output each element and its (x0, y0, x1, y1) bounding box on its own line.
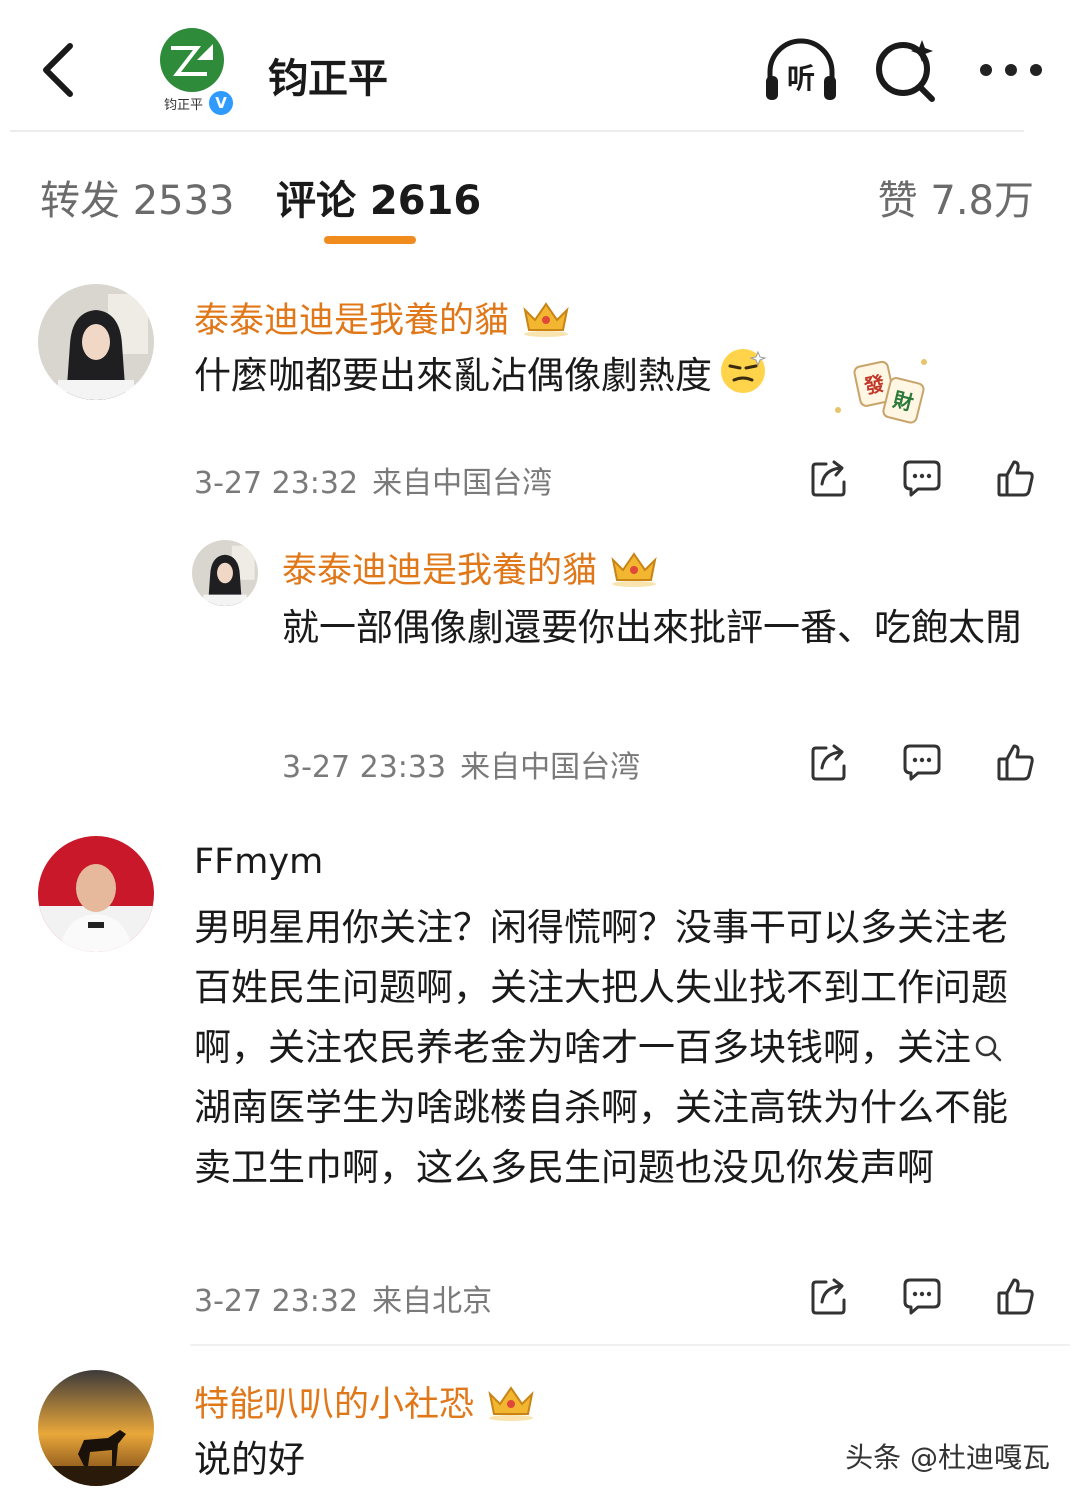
reply-button[interactable] (898, 454, 946, 502)
share-button[interactable] (806, 738, 854, 786)
account-logo (160, 28, 224, 92)
page-title: 钧正平 (268, 56, 388, 102)
top-bar: 钧正平 V 钧正平 听 (0, 0, 1080, 132)
share-button[interactable] (806, 1272, 854, 1320)
reply-button[interactable] (898, 738, 946, 786)
search-sparkle-icon (876, 40, 935, 102)
smug-face-emoji-icon (721, 349, 767, 393)
share-icon (811, 744, 846, 781)
comment-bubble-icon (903, 744, 941, 781)
reply-text: 就一部偶像劇還要你出來批評一番、吃飽太閒 (282, 606, 1022, 649)
share-icon (811, 1278, 846, 1315)
tab-repost[interactable]: 转发 2533 (40, 168, 235, 226)
comment-text: 什麼咖都要出來亂沾偶像劇熱度 (194, 346, 914, 406)
header-divider (10, 130, 1024, 132)
more-dot-icon (980, 64, 992, 76)
comment-divider (190, 1344, 1070, 1346)
like-button[interactable] (992, 1272, 1040, 1320)
comment-body: 什麼咖都要出來亂沾偶像劇熱度 (194, 354, 712, 397)
comment-time: 3-27 23:32 (194, 1284, 359, 1319)
share-button[interactable] (806, 454, 854, 502)
search-icon (975, 1035, 1002, 1062)
active-tab-indicator (324, 236, 416, 244)
comment-text: 男明星用你关注？闲得慌啊？没事干可以多关注老百姓民生问题啊，关注大把人失业找不到… (194, 898, 1024, 1198)
more-button[interactable] (976, 48, 1046, 92)
chevron-left-icon (43, 43, 73, 97)
tab-comments[interactable]: 评论 2616 (276, 168, 481, 226)
avatar[interactable] (38, 284, 154, 400)
reply-button[interactable] (898, 1272, 946, 1320)
crown-icon (611, 551, 657, 587)
thumbs-up-icon (997, 1278, 1034, 1315)
share-icon (811, 460, 846, 497)
comment-time: 3-27 23:32 (194, 466, 359, 501)
username-text: 泰泰迪迪是我養的貓 (282, 551, 598, 591)
headphones-icon: 听 (766, 38, 836, 100)
search-button[interactable] (872, 36, 942, 106)
avatar[interactable] (38, 1370, 154, 1486)
comment-username[interactable]: 特能叭叭的小社恐 (194, 1376, 536, 1427)
listen-button[interactable]: 听 (762, 36, 840, 106)
like-button[interactable] (992, 738, 1040, 786)
reply-username[interactable]: 泰泰迪迪是我養的貓 (282, 542, 659, 593)
listen-label: 听 (787, 62, 815, 95)
comment-text: 说的好 (194, 1438, 305, 1481)
comment-bubble-icon (903, 460, 941, 497)
comment-username[interactable]: FFmym (194, 842, 323, 882)
comment-location: 来自北京 (372, 1284, 493, 1319)
tab-likes[interactable]: 赞 7.8万 (878, 168, 1034, 226)
comment-location: 来自中国台湾 (460, 750, 641, 785)
avatar[interactable] (38, 836, 154, 952)
logo-mark-icon (171, 44, 213, 76)
comment-meta: 3-27 23:32 来自中国台湾 (194, 458, 552, 502)
source-watermark: 头条 @杜迪嘎瓦 (839, 1434, 1056, 1478)
verified-badge: V (206, 88, 236, 118)
username-text: 泰泰迪迪是我養的貓 (194, 301, 510, 341)
tab-bar: 转发 2533 评论 2616 赞 7.8万 (0, 150, 1080, 250)
fortune-tile-sticker: 發 財 (835, 359, 927, 424)
username-text: 特能叭叭的小社恐 (194, 1385, 475, 1425)
more-dot-icon (1030, 64, 1042, 76)
comment-meta: 3-27 23:32 来自北京 (194, 1276, 492, 1320)
avatar[interactable] (192, 540, 258, 606)
username-text: FFmym (194, 842, 324, 882)
thumbs-up-icon (997, 460, 1034, 497)
search-topic-text: 湖南医学生为啥跳楼自杀啊 (194, 1086, 638, 1129)
logo-caption: 钧正平 (164, 98, 204, 113)
comment-bubble-icon (903, 1278, 941, 1315)
crown-icon (488, 1385, 534, 1421)
comment-location: 来自中国台湾 (372, 466, 553, 501)
crown-icon (523, 301, 569, 337)
more-dot-icon (1005, 64, 1017, 76)
back-button[interactable] (28, 36, 88, 104)
like-button[interactable] (992, 454, 1040, 502)
comment-username[interactable]: 泰泰迪迪是我養的貓 (194, 292, 571, 343)
comment-meta: 3-27 23:33 来自中国台湾 (282, 742, 640, 786)
comment-body: 男明星用你关注？闲得慌啊？没事干可以多关注老百姓民生问题啊，关注大把人失业找不到… (194, 906, 1008, 1069)
comment-time: 3-27 23:33 (282, 750, 447, 785)
account-avatar[interactable]: 钧正平 V (160, 28, 236, 118)
thumbs-up-icon (997, 744, 1034, 781)
